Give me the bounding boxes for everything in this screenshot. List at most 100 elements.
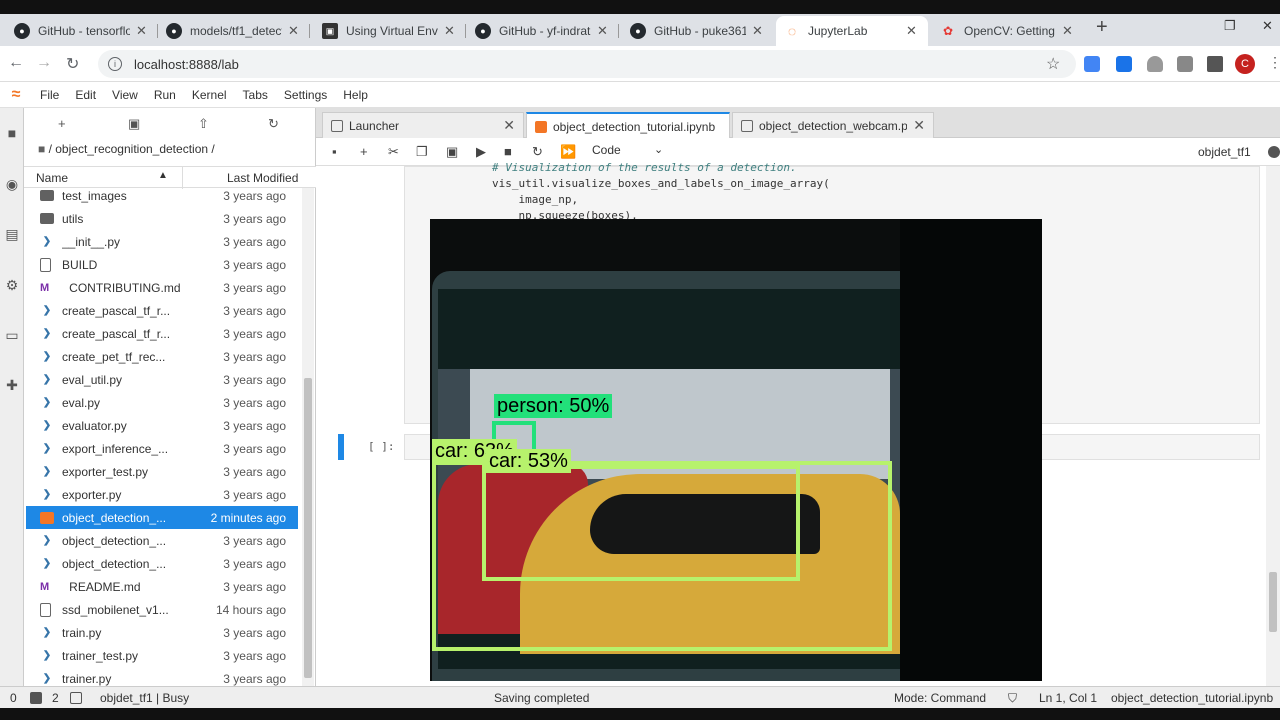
- fast-forward-icon[interactable]: ⏩: [560, 144, 576, 160]
- menu-kernel[interactable]: Kernel: [184, 88, 235, 102]
- file-row[interactable]: ❯ train.py 3 years ago: [26, 621, 298, 644]
- menu-view[interactable]: View: [104, 88, 146, 102]
- commands-icon[interactable]: ▤: [3, 225, 21, 243]
- file-row[interactable]: BUILD 3 years ago: [26, 253, 298, 276]
- avatar[interactable]: C: [1235, 54, 1255, 74]
- browser-tab[interactable]: ● GitHub - tensorflo ✕: [6, 16, 158, 46]
- tab-webcam-script[interactable]: object_detection_webcam.py ✕: [732, 112, 934, 138]
- close-tab-icon[interactable]: ✕: [752, 23, 766, 39]
- file-row[interactable]: ❯ export_inference_... 3 years ago: [26, 437, 298, 460]
- kernel-status[interactable]: objdet_tf1 | Busy: [100, 691, 189, 705]
- extensions-icon[interactable]: ✚: [3, 376, 21, 394]
- file-row[interactable]: ❯ object_detection_... 3 years ago: [26, 552, 298, 575]
- restart-icon[interactable]: ↻: [532, 144, 543, 160]
- close-tab-icon[interactable]: ✕: [444, 23, 458, 39]
- cut-icon[interactable]: ✂: [388, 144, 399, 160]
- browser-tab[interactable]: ● GitHub - puke361 ✕: [622, 16, 774, 46]
- close-icon[interactable]: ✕: [503, 117, 515, 134]
- close-tab-icon[interactable]: ✕: [288, 23, 302, 39]
- browser-tab[interactable]: ▣ Using Virtual Envir ✕: [314, 16, 466, 46]
- paste-icon[interactable]: ▣: [446, 144, 458, 160]
- file-list-scrollbar[interactable]: [302, 188, 314, 686]
- new-tab-button[interactable]: +: [1096, 16, 1108, 39]
- copy-icon[interactable]: ❐: [416, 144, 428, 160]
- tab-notebook[interactable]: object_detection_tutorial.ipynb: [526, 112, 730, 139]
- menu-run[interactable]: Run: [146, 88, 184, 102]
- cursor-position[interactable]: Ln 1, Col 1: [1039, 691, 1097, 705]
- stop-icon[interactable]: ■: [504, 144, 512, 159]
- status-count[interactable]: 2: [52, 691, 59, 705]
- bookmark-star-icon[interactable]: ☆: [1046, 54, 1060, 74]
- breadcrumb[interactable]: ■ / object_recognition_detection /: [38, 142, 215, 156]
- menu-help[interactable]: Help: [335, 88, 376, 102]
- refresh-icon[interactable]: ↻: [268, 116, 279, 132]
- file-row[interactable]: M README.md 3 years ago: [26, 575, 298, 598]
- browser-tab[interactable]: ● models/tf1_detecti ✕: [158, 16, 310, 46]
- menu-settings[interactable]: Settings: [276, 88, 335, 102]
- reload-icon[interactable]: ↻: [66, 54, 79, 74]
- file-row[interactable]: ❯ object_detection_... 3 years ago: [26, 529, 298, 552]
- puzzle-extensions-icon[interactable]: [1207, 56, 1223, 72]
- translate-extension-icon[interactable]: [1084, 56, 1100, 72]
- file-row[interactable]: ❯ create_pet_tf_rec... 3 years ago: [26, 345, 298, 368]
- new-folder-icon[interactable]: ▣: [128, 116, 140, 132]
- file-row[interactable]: ❯ create_pascal_tf_r... 3 years ago: [26, 299, 298, 322]
- folder-icon[interactable]: ■: [3, 124, 21, 142]
- restore-window-icon[interactable]: ❐: [1224, 18, 1236, 34]
- close-icon[interactable]: ✕: [913, 117, 925, 134]
- file-row[interactable]: ❯ eval.py 3 years ago: [26, 391, 298, 414]
- close-window-icon[interactable]: ✕: [1262, 18, 1273, 34]
- status-count[interactable]: 0: [10, 691, 17, 705]
- forward-icon[interactable]: →: [36, 54, 52, 72]
- tab-launcher[interactable]: Launcher ✕: [322, 112, 524, 138]
- sort-up-icon[interactable]: ▲: [158, 170, 168, 181]
- open-tabs-icon[interactable]: ▭: [3, 326, 21, 344]
- run-icon[interactable]: ▶: [476, 144, 486, 160]
- file-row-selected[interactable]: object_detection_... 2 minutes ago: [26, 506, 298, 529]
- menu-edit[interactable]: Edit: [67, 88, 104, 102]
- notebook-scrollbar[interactable]: [1266, 166, 1280, 686]
- menu-tabs[interactable]: Tabs: [235, 88, 276, 102]
- extension-icon[interactable]: [1116, 56, 1132, 72]
- file-row[interactable]: utils 3 years ago: [26, 207, 298, 230]
- file-row[interactable]: ssd_mobilenet_v1... 14 hours ago: [26, 598, 298, 621]
- upload-icon[interactable]: ⇧: [198, 116, 209, 132]
- file-row[interactable]: ❯ trainer_test.py 3 years ago: [26, 644, 298, 667]
- new-launcher-icon[interactable]: +: [58, 116, 66, 131]
- shield-icon[interactable]: ⛉: [1008, 691, 1017, 706]
- running-kernels-icon[interactable]: ◉: [3, 175, 21, 193]
- kernel-name[interactable]: objdet_tf1: [1198, 145, 1251, 159]
- modified-column-header[interactable]: Last Modified: [227, 171, 298, 185]
- property-inspector-icon[interactable]: ⚙: [3, 276, 21, 294]
- mode-indicator[interactable]: Mode: Command: [894, 691, 986, 705]
- file-row[interactable]: ❯ exporter_test.py 3 years ago: [26, 460, 298, 483]
- info-icon[interactable]: i: [108, 57, 122, 71]
- browser-menu-icon[interactable]: ⋮: [1268, 54, 1280, 71]
- image-extension-icon[interactable]: [1177, 56, 1193, 72]
- close-tab-icon[interactable]: ✕: [597, 23, 611, 39]
- file-row[interactable]: ❯ evaluator.py 3 years ago: [26, 414, 298, 437]
- name-column-header[interactable]: Name: [36, 171, 68, 185]
- url-field[interactable]: i localhost:8888/lab: [98, 50, 1076, 78]
- browser-tab-active[interactable]: ◌ JupyterLab ✕: [776, 16, 928, 46]
- file-row[interactable]: ❯ trainer.py 3 years ago: [26, 667, 298, 686]
- file-row[interactable]: test_images 3 years ago: [26, 188, 298, 207]
- chevron-down-icon[interactable]: ⌄: [654, 143, 663, 156]
- close-tab-icon[interactable]: ✕: [1062, 23, 1076, 39]
- close-tab-icon[interactable]: ✕: [136, 23, 150, 39]
- cell-type-select[interactable]: Code: [592, 143, 621, 157]
- file-row[interactable]: ❯ __init__.py 3 years ago: [26, 230, 298, 253]
- save-icon[interactable]: ▪: [332, 144, 337, 159]
- file-row[interactable]: ❯ eval_util.py 3 years ago: [26, 368, 298, 391]
- file-row[interactable]: ❯ create_pascal_tf_r... 3 years ago: [26, 322, 298, 345]
- file-row[interactable]: M CONTRIBUTING.md 3 years ago: [26, 276, 298, 299]
- menu-file[interactable]: File: [32, 88, 67, 102]
- close-tab-icon[interactable]: ✕: [906, 23, 920, 39]
- back-icon[interactable]: ←: [8, 54, 24, 72]
- browser-tab[interactable]: ✿OpenCV: Getting S✕: [932, 16, 1084, 46]
- browser-tab[interactable]: ● GitHub - yf-indrat ✕: [467, 16, 619, 46]
- file-modified: 3 years ago: [223, 487, 286, 502]
- insert-cell-icon[interactable]: +: [360, 144, 368, 159]
- shield-extension-icon[interactable]: [1147, 56, 1163, 72]
- file-row[interactable]: ❯ exporter.py 3 years ago: [26, 483, 298, 506]
